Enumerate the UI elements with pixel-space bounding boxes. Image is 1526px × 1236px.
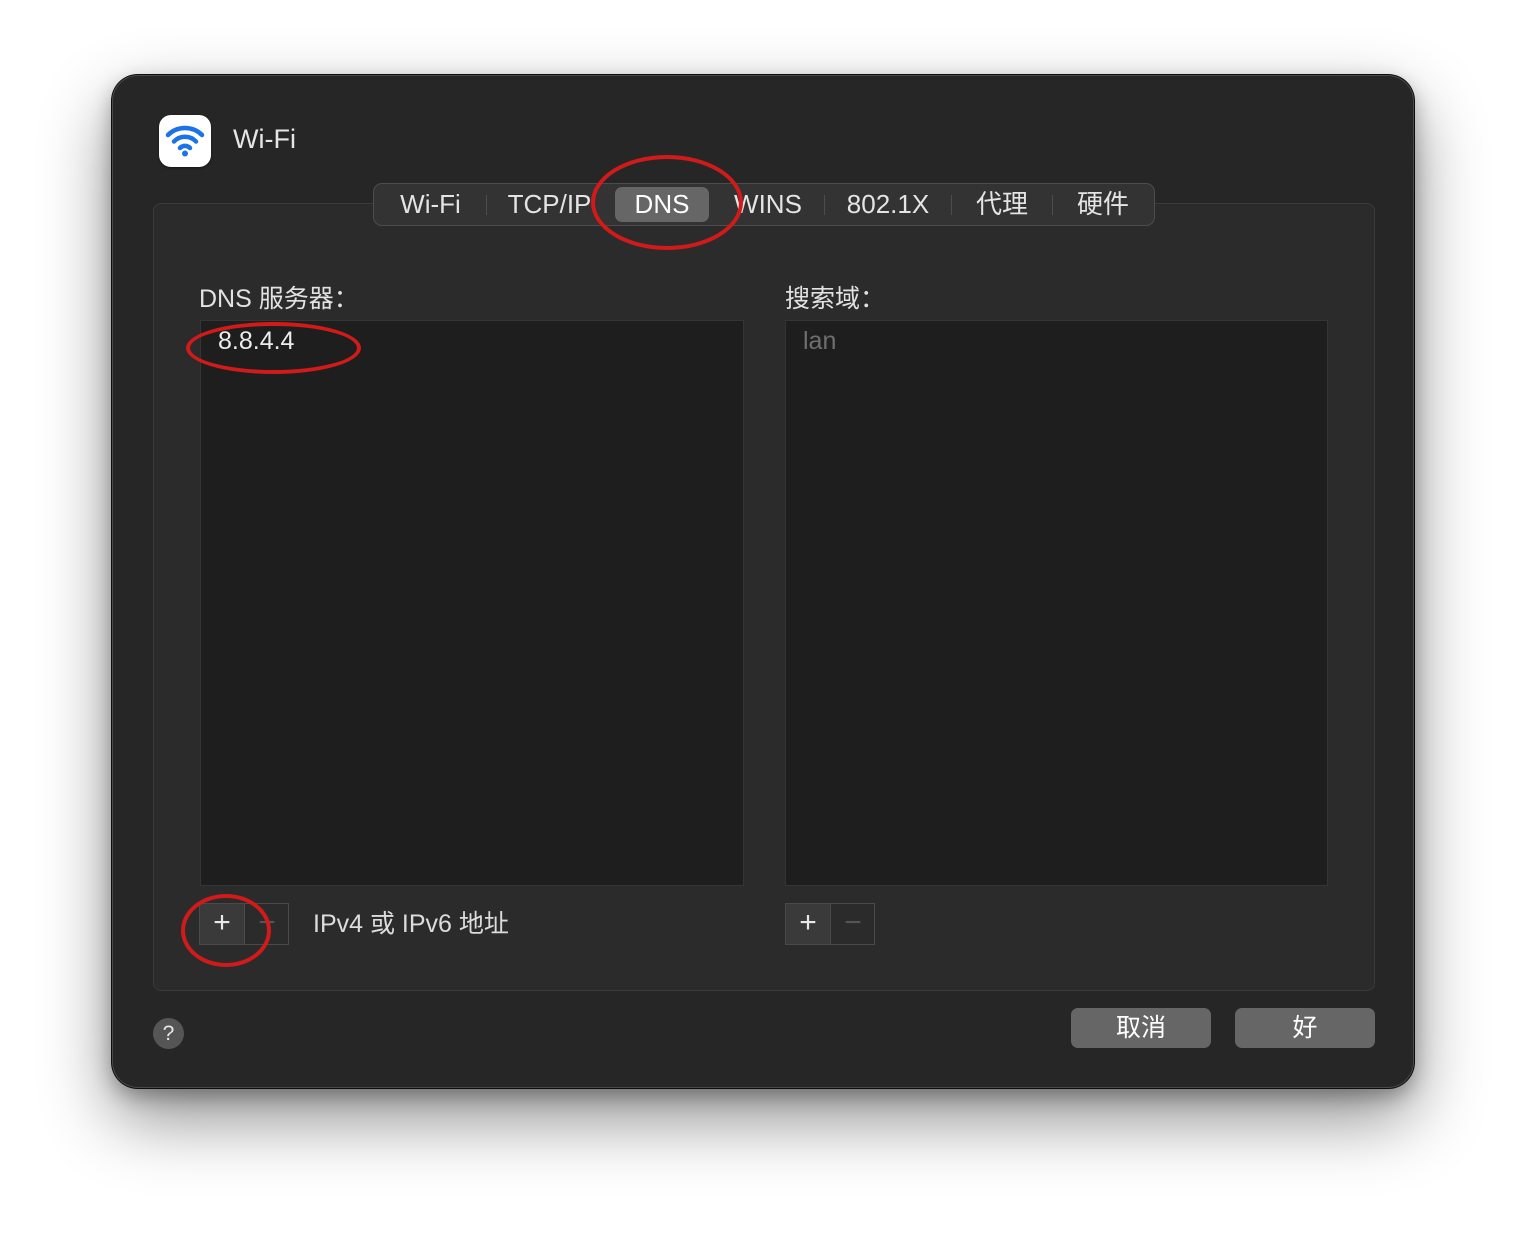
search-add-remove-group: + − — [785, 903, 875, 945]
search-domains-label: 搜索域： — [785, 285, 886, 313]
dns-address-hint: IPv4 或 IPv6 地址 — [313, 910, 509, 938]
network-settings-dialog: Wi-Fi Wi-Fi TCP/IP DNS WINS 802.1X 代理 硬件… — [112, 75, 1414, 1088]
window-title: Wi-Fi — [233, 124, 296, 154]
remove-dns-server-button[interactable]: − — [245, 904, 289, 944]
search-domain-entry[interactable]: lan — [803, 327, 836, 356]
remove-search-domain-button[interactable]: − — [831, 904, 875, 944]
tab-bar: Wi-Fi TCP/IP DNS WINS 802.1X 代理 硬件 — [373, 183, 1155, 226]
tab-dns[interactable]: DNS — [615, 187, 709, 222]
help-button[interactable]: ? — [153, 1018, 184, 1049]
tab-wins[interactable]: WINS — [712, 184, 824, 225]
dns-add-remove-group: + − — [199, 903, 289, 945]
wifi-icon — [159, 115, 211, 167]
search-domains-list[interactable]: lan — [785, 320, 1328, 886]
tab-proxy[interactable]: 代理 — [952, 184, 1052, 225]
cancel-button[interactable]: 取消 — [1071, 1008, 1211, 1048]
add-search-domain-button[interactable]: + — [786, 904, 831, 944]
add-dns-server-button[interactable]: + — [200, 904, 245, 944]
tab-8021x[interactable]: 802.1X — [825, 184, 951, 225]
tab-hardware[interactable]: 硬件 — [1053, 184, 1153, 225]
dns-servers-list[interactable]: 8.8.4.4 — [200, 320, 744, 886]
ok-button[interactable]: 好 — [1235, 1008, 1375, 1048]
dns-server-entry[interactable]: 8.8.4.4 — [218, 327, 294, 356]
tab-wifi[interactable]: Wi-Fi — [374, 184, 487, 225]
tab-tcpip[interactable]: TCP/IP — [487, 184, 612, 225]
dns-servers-label: DNS 服务器： — [199, 285, 359, 313]
